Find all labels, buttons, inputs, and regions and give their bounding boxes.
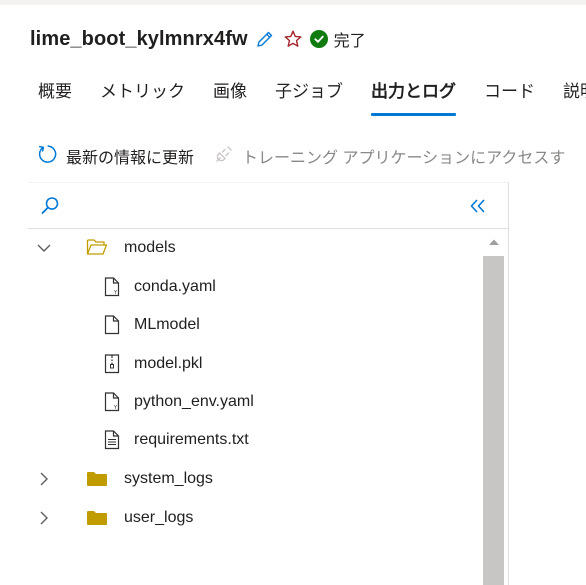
tree-item-requirements-txt[interactable]: requirements.txt: [28, 421, 480, 459]
tree-panel-divider: [508, 182, 509, 585]
tab-metrics[interactable]: メトリック: [100, 78, 185, 118]
text-file-icon: [104, 430, 120, 450]
pencil-icon[interactable]: [254, 28, 276, 50]
scroll-up-arrow-icon[interactable]: [481, 232, 507, 252]
tree-item-label: python_env.yaml: [134, 393, 254, 410]
tree-item-user-logs[interactable]: user_logs: [28, 499, 480, 537]
refresh-button[interactable]: 最新の情報に更新: [36, 143, 194, 170]
training-app-button[interactable]: トレーニング アプリケーションにアクセスす: [214, 144, 565, 169]
tab-images[interactable]: 画像: [213, 78, 247, 118]
refresh-icon: [36, 143, 58, 170]
tab-code[interactable]: コード: [484, 78, 535, 118]
chevron-right-icon[interactable]: [36, 471, 52, 487]
chevron-down-icon[interactable]: [36, 240, 52, 256]
tree-item-label: models: [124, 239, 176, 256]
star-outline-icon[interactable]: [282, 28, 304, 50]
tree-item-label: conda.yaml: [134, 278, 216, 295]
scrollbar-thumb[interactable]: [483, 256, 504, 585]
tab-description[interactable]: 説明: [563, 78, 586, 118]
refresh-label: 最新の情報に更新: [66, 150, 195, 167]
tab-bar: 概要 メトリック 画像 子ジョブ 出力とログ コード 説明: [38, 78, 586, 118]
chevron-right-icon[interactable]: [36, 510, 52, 526]
run-title: lime_boot_kylmnrx4fw: [30, 27, 248, 50]
tree-item-label: system_logs: [124, 470, 213, 487]
folder-icon: [86, 510, 108, 526]
search-icon[interactable]: [38, 194, 62, 223]
top-divider: [0, 0, 586, 5]
toolbar: 最新の情報に更新 トレーニング アプリケーションにアクセスす: [36, 143, 565, 169]
panel-top-divider: [28, 182, 508, 183]
check-circle-icon: [309, 30, 328, 48]
tree-item-mlmodel[interactable]: MLmodel: [28, 306, 480, 344]
file-icon: [104, 315, 120, 335]
tree-item-label: model.pkl: [134, 355, 203, 372]
archive-file-icon: [104, 354, 120, 374]
tree-item-model-pkl[interactable]: model.pkl: [28, 345, 480, 383]
yaml-file-icon: Y: [104, 277, 120, 297]
tab-overview[interactable]: 概要: [38, 78, 72, 118]
tree-item-label: MLmodel: [134, 316, 200, 333]
tree-item-system-logs[interactable]: system_logs: [28, 460, 480, 498]
tree-search-row: [28, 188, 508, 226]
run-header: lime_boot_kylmnrx4fw 完了: [30, 24, 366, 54]
tree-item-label: requirements.txt: [134, 431, 249, 448]
status-label: 完了: [333, 33, 366, 50]
folder-open-icon: [86, 238, 108, 256]
tree-item-conda-yaml[interactable]: Y conda.yaml: [28, 268, 480, 306]
tree-item-models[interactable]: models: [28, 229, 480, 267]
double-chevron-left-icon[interactable]: [468, 194, 488, 223]
tab-outputs-logs[interactable]: 出力とログ: [371, 78, 456, 118]
folder-icon: [86, 471, 108, 487]
tree-item-python-env-yaml[interactable]: Y python_env.yaml: [28, 383, 480, 421]
training-app-label: トレーニング アプリケーションにアクセスす: [242, 150, 566, 167]
file-tree: models Y conda.yaml MLmodel model.pkl Y …: [28, 229, 480, 585]
status-badge: 完了: [309, 27, 366, 51]
tab-child-jobs[interactable]: 子ジョブ: [275, 78, 343, 118]
plug-icon: [214, 144, 234, 169]
tree-item-label: user_logs: [124, 509, 194, 526]
yaml-file-icon: Y: [104, 392, 120, 412]
